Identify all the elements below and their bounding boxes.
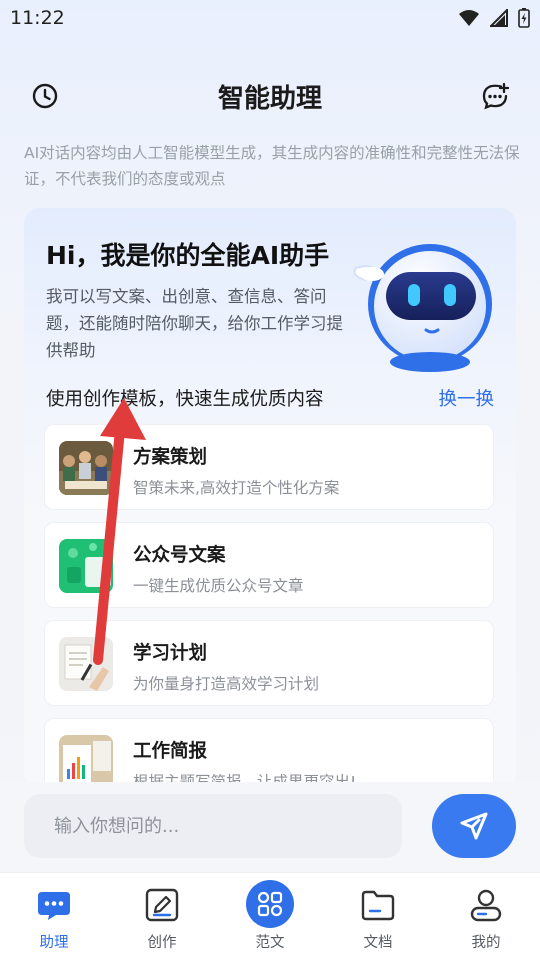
- ai-disclaimer: AI对话内容均由人工智能模型生成，其生成内容的准确性和完整性无法保证，不代表我们…: [24, 144, 520, 188]
- template-title: 工作简报: [133, 741, 208, 762]
- template-title: 公众号文案: [133, 545, 226, 566]
- template-subtitle: 一键生成优质公众号文章: [133, 577, 304, 595]
- battery-icon: [518, 8, 530, 28]
- template-thumbnail: [59, 637, 113, 691]
- assistant-intro-card: Hi，我是你的全能AI助手 我可以写文案、出创意、查信息、答问题，还能随时陪你聊…: [24, 208, 516, 788]
- nav-label: 创作: [147, 935, 177, 951]
- chat-icon: [38, 892, 70, 920]
- bottom-nav: 助理 创作 范文 文档 我的: [0, 872, 540, 960]
- robot-mascot-icon: [353, 244, 492, 372]
- nav-label: 文档: [363, 935, 393, 951]
- pen-edit-icon: [145, 888, 179, 922]
- nav-label: 助理: [39, 935, 69, 951]
- template-header: 使用创作模板，快速生成优质内容 换一换: [46, 383, 494, 413]
- template-subtitle: 为你量身打造高效学习计划: [133, 675, 320, 693]
- page-title: 智能助理: [217, 84, 322, 114]
- template-item-study-plan[interactable]: 学习计划 为你量身打造高效学习计划: [44, 620, 494, 706]
- template-item-plan[interactable]: 方案策划 智策未来,高效打造个性化方案: [44, 424, 494, 510]
- folder-icon: [361, 890, 395, 921]
- grid-icon: [246, 880, 294, 928]
- template-thumbnail: [59, 441, 113, 495]
- user-icon: [470, 889, 502, 922]
- template-section-label: 使用创作模板，快速生成优质内容: [46, 389, 324, 410]
- chat-input[interactable]: [24, 794, 402, 858]
- template-title: 方案策划: [133, 447, 208, 468]
- chat-input-bar: [0, 782, 540, 872]
- status-bar: 11:22: [0, 0, 540, 38]
- nav-label: 范文: [255, 935, 285, 951]
- nav-item-examples[interactable]: 范文: [230, 880, 310, 957]
- header: 智能助理: [0, 70, 540, 122]
- template-subtitle: 智策未来,高效打造个性化方案: [133, 479, 340, 497]
- send-button[interactable]: [432, 794, 516, 858]
- intro-description: 我可以写文案、出创意、查信息、答问题，还能随时陪你聊天，给你工作学习提供帮助: [46, 287, 343, 360]
- nav-item-create[interactable]: 创作: [122, 885, 202, 957]
- template-item-work-brief[interactable]: 工作简报 根据主题写简报，让成果更突出!: [44, 718, 494, 788]
- nav-label: 我的: [471, 935, 501, 951]
- template-thumbnail: [59, 735, 113, 788]
- template-item-wechat-article[interactable]: 公众号文案 一键生成优质公众号文章: [44, 522, 494, 608]
- template-thumbnail: [59, 539, 113, 593]
- status-icons: [458, 8, 530, 28]
- shuffle-templates-button[interactable]: 换一换: [438, 385, 494, 411]
- signal-icon: [490, 9, 508, 27]
- send-icon: [460, 812, 488, 840]
- nav-item-documents[interactable]: 文档: [338, 885, 418, 957]
- status-time: 11:22: [10, 7, 65, 29]
- intro-title: Hi，我是你的全能AI助手: [46, 241, 330, 270]
- nav-item-assistant[interactable]: 助理: [14, 885, 94, 957]
- nav-item-profile[interactable]: 我的: [446, 885, 526, 957]
- wifi-icon: [459, 10, 479, 26]
- new-chat-icon: [482, 82, 510, 110]
- template-title: 学习计划: [133, 643, 208, 664]
- new-chat-button[interactable]: [481, 82, 510, 110]
